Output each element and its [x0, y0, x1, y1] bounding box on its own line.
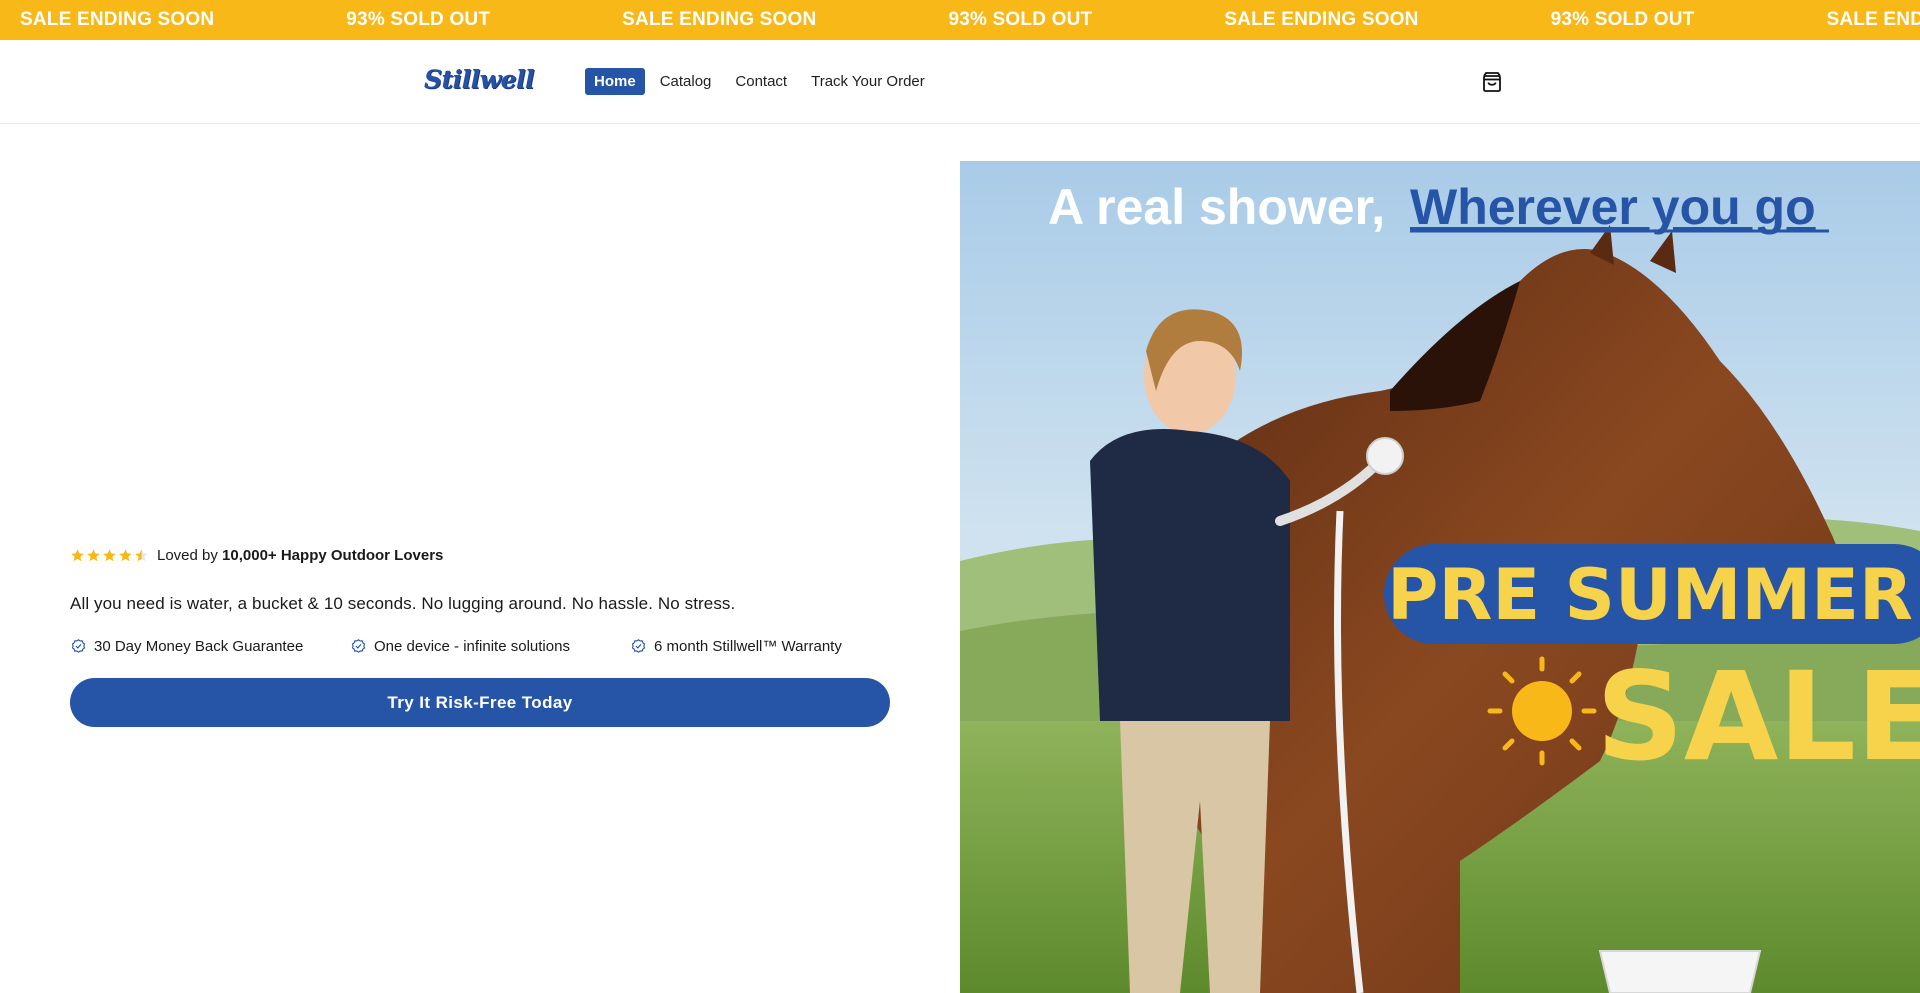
badge-check-icon — [351, 639, 366, 653]
site-header: Stillwell Home Catalog Contact Track You… — [0, 40, 1920, 124]
star-rating — [70, 548, 149, 563]
nav-item-home[interactable]: Home — [585, 68, 645, 95]
feature-item: 30 Day Money Back Guarantee — [70, 638, 350, 655]
feature-item: One device - infinite solutions — [350, 638, 630, 655]
badge-check-icon — [71, 639, 86, 653]
hero-headline-link: Wherever you go — [1410, 179, 1816, 235]
nav-item-catalog[interactable]: Catalog — [651, 68, 721, 95]
hero-image: PRE SUMMER SALE A real shower, Wherever … — [960, 161, 1920, 993]
announcement-message: 93% SOLD OUT — [1550, 9, 1695, 30]
announcement-message: 93% SOLD OUT — [948, 9, 1093, 30]
feature-list: 30 Day Money Back Guarantee One device -… — [70, 638, 842, 655]
announcement-track: SALE ENDING SOON 93% SOLD OUT SALE ENDIN… — [0, 0, 1920, 40]
rating-text: Loved by 10,000+ Happy Outdoor Lovers — [157, 547, 443, 564]
feature-label: 6 month Stillwell™ Warranty — [654, 638, 842, 655]
hero-headline-prefix: A real shower, — [1048, 179, 1385, 235]
announcement-message: SALE ENDING SOON — [20, 9, 215, 30]
banner-top-text: PRE SUMMER — [1387, 554, 1913, 636]
star-icon — [119, 549, 132, 562]
star-icon — [71, 549, 84, 562]
feature-item: 6 month Stillwell™ Warranty — [630, 638, 842, 655]
rating-prefix: Loved by — [157, 547, 223, 564]
star-icon — [87, 549, 100, 562]
badge-check-icon — [631, 639, 646, 653]
nav-item-track-order[interactable]: Track Your Order — [802, 68, 934, 95]
main-nav: Home Catalog Contact Track Your Order — [585, 68, 940, 95]
nav-item-contact[interactable]: Contact — [726, 68, 796, 95]
rating-row: Loved by 10,000+ Happy Outdoor Lovers — [70, 547, 443, 564]
announcement-message: SALE ENDING SOON — [1224, 9, 1419, 30]
site-logo[interactable]: Stillwell — [424, 65, 535, 94]
feature-label: One device - infinite solutions — [374, 638, 570, 655]
try-risk-free-button[interactable]: Try It Risk-Free Today — [70, 678, 890, 727]
feature-label: 30 Day Money Back Guarantee — [94, 638, 304, 655]
announcement-message: SALE ENDING SOON — [622, 9, 817, 30]
rating-highlight: 10,000+ Happy Outdoor Lovers — [222, 547, 444, 564]
banner-bottom-text: SALE — [1596, 646, 1920, 788]
announcement-message: SALE ENDING SOON — [1826, 9, 1920, 30]
hero-tagline: All you need is water, a bucket & 10 sec… — [70, 594, 736, 613]
shopping-bag-icon[interactable] — [1480, 70, 1504, 94]
announcement-bar: SALE ENDING SOON 93% SOLD OUT SALE ENDIN… — [0, 0, 1920, 40]
half-star-icon — [135, 549, 148, 562]
announcement-message: 93% SOLD OUT — [346, 9, 491, 30]
star-icon — [103, 549, 116, 562]
